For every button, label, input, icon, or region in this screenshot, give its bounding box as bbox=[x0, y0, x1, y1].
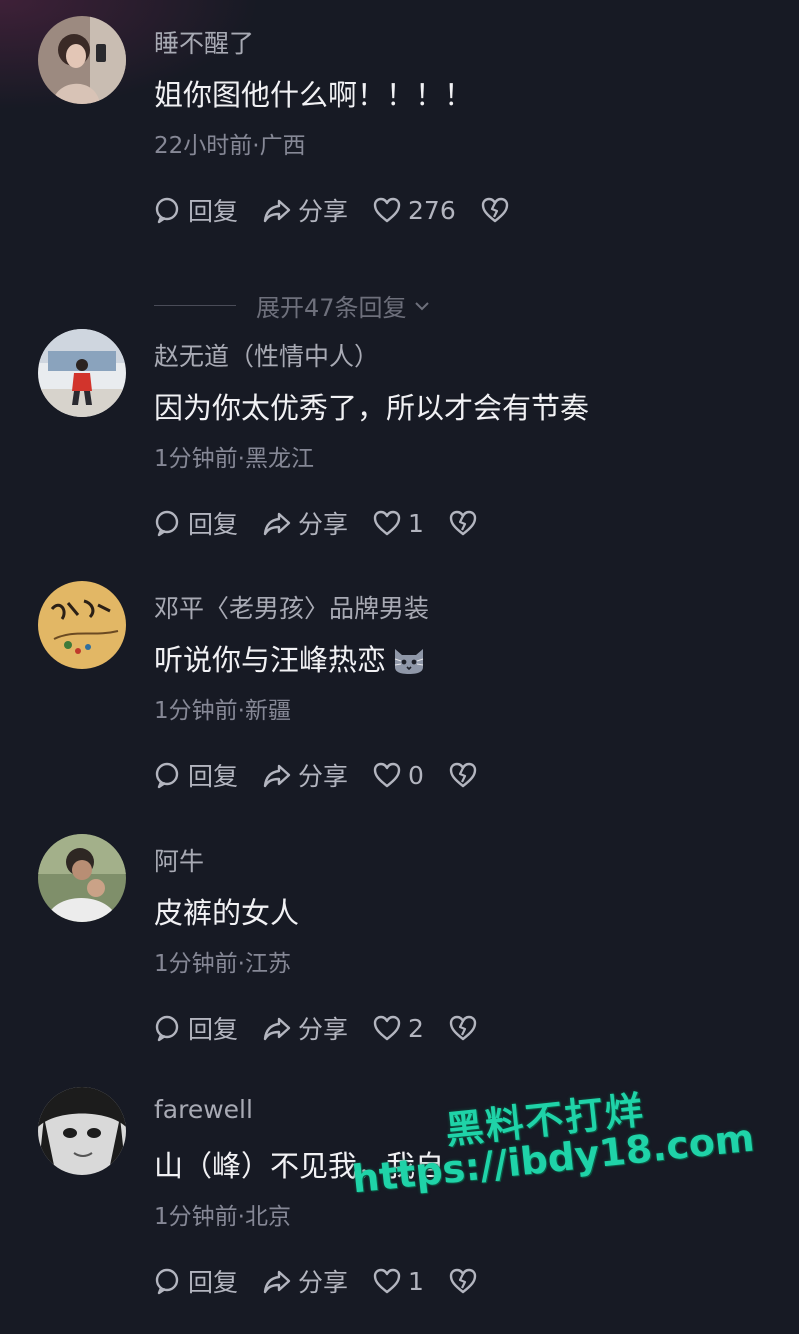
share-icon bbox=[263, 1270, 291, 1294]
comment-actions: 回复 分享 0 bbox=[152, 757, 502, 793]
reply-icon bbox=[155, 197, 179, 224]
comment-meta: 22小时前·广西 bbox=[154, 133, 306, 159]
heart-icon bbox=[373, 762, 401, 788]
heart-icon bbox=[373, 510, 401, 536]
like-count: 0 bbox=[408, 760, 424, 790]
expand-label: 展开47条回复 bbox=[256, 294, 407, 322]
heart-icon bbox=[373, 1268, 401, 1294]
expand-replies[interactable]: 展开47条回复 bbox=[154, 288, 431, 323]
share-label: 分享 bbox=[298, 510, 349, 539]
share-label: 分享 bbox=[298, 762, 349, 791]
comment-text-body: 听说你与汪峰热恋 bbox=[154, 643, 387, 677]
broken-heart-icon bbox=[449, 510, 477, 536]
reply-button[interactable]: 回复 bbox=[152, 1263, 238, 1299]
share-icon bbox=[263, 764, 291, 788]
avatar[interactable] bbox=[38, 16, 126, 104]
like-count: 1 bbox=[408, 1266, 424, 1296]
divider bbox=[154, 305, 236, 306]
comment-actions: 回复 分享 2 bbox=[152, 1010, 502, 1046]
reply-button[interactable]: 回复 bbox=[152, 505, 238, 541]
like-button[interactable]: 1 bbox=[372, 508, 424, 538]
username[interactable]: 睡不醒了 bbox=[154, 24, 254, 60]
comment-text: 皮裤的女人 bbox=[154, 896, 300, 930]
reply-icon bbox=[155, 1268, 179, 1295]
share-button[interactable]: 分享 bbox=[262, 1263, 348, 1299]
dislike-button[interactable] bbox=[448, 1266, 478, 1296]
like-button[interactable]: 0 bbox=[372, 760, 424, 790]
share-button[interactable]: 分享 bbox=[262, 757, 348, 793]
comment-text: 因为你太优秀了，所以才会有节奏 bbox=[154, 391, 590, 425]
reply-label: 回复 bbox=[188, 510, 239, 539]
dislike-button[interactable] bbox=[448, 508, 478, 538]
comment-text: 姐你图他什么啊！！！！ bbox=[154, 78, 474, 112]
like-count: 1 bbox=[408, 508, 424, 538]
reply-icon bbox=[155, 762, 179, 789]
reply-label: 回复 bbox=[188, 197, 239, 226]
like-button[interactable]: 276 bbox=[372, 195, 456, 225]
broken-heart-icon bbox=[449, 1015, 477, 1041]
broken-heart-icon bbox=[449, 762, 477, 788]
comment-meta: 1分钟前·新疆 bbox=[154, 698, 291, 724]
username[interactable]: 赵无道（性情中人） bbox=[154, 337, 379, 373]
broken-heart-icon bbox=[449, 1268, 477, 1294]
like-button[interactable]: 1 bbox=[372, 1266, 424, 1296]
share-icon bbox=[263, 199, 291, 223]
comment-text: 听说你与汪峰热恋 bbox=[154, 637, 426, 679]
chevron-down-icon bbox=[414, 301, 429, 310]
watermark: 黑料不打烊 https://ibdy18.com bbox=[345, 1066, 777, 1249]
username[interactable]: 邓平〈老男孩〉品牌男装 bbox=[154, 589, 429, 625]
share-icon bbox=[263, 512, 291, 536]
share-label: 分享 bbox=[298, 197, 349, 226]
comment-meta: 1分钟前·黑龙江 bbox=[154, 446, 314, 472]
avatar[interactable] bbox=[38, 329, 126, 417]
dislike-button[interactable] bbox=[480, 195, 510, 225]
comment-meta: 1分钟前·北京 bbox=[154, 1204, 291, 1230]
broken-heart-icon bbox=[481, 197, 508, 223]
share-label: 分享 bbox=[298, 1015, 349, 1044]
avatar[interactable] bbox=[38, 834, 126, 922]
dislike-button[interactable] bbox=[448, 1013, 478, 1043]
heart-icon bbox=[373, 1015, 401, 1041]
like-count: 276 bbox=[408, 195, 456, 225]
like-button[interactable]: 2 bbox=[372, 1013, 424, 1043]
username[interactable]: farewell bbox=[154, 1095, 253, 1124]
avatar[interactable] bbox=[38, 1087, 126, 1175]
share-icon bbox=[263, 1017, 291, 1041]
share-button[interactable]: 分享 bbox=[262, 192, 348, 228]
reply-button[interactable]: 回复 bbox=[152, 757, 238, 793]
share-button[interactable]: 分享 bbox=[262, 1010, 348, 1046]
cat-emoji-icon bbox=[394, 649, 424, 674]
comment-actions: 回复 分享 1 bbox=[152, 505, 502, 541]
reply-label: 回复 bbox=[188, 1268, 239, 1297]
reply-label: 回复 bbox=[188, 1015, 239, 1044]
reply-button[interactable]: 回复 bbox=[152, 192, 238, 228]
share-button[interactable]: 分享 bbox=[262, 505, 348, 541]
avatar[interactable] bbox=[38, 581, 126, 669]
reply-icon bbox=[155, 510, 179, 537]
reply-label: 回复 bbox=[188, 762, 239, 791]
like-count: 2 bbox=[408, 1013, 424, 1043]
username[interactable]: 阿牛 bbox=[154, 842, 204, 878]
comment-actions: 回复 分享 276 bbox=[152, 192, 534, 228]
reply-button[interactable]: 回复 bbox=[152, 1010, 238, 1046]
heart-icon bbox=[373, 197, 401, 223]
comment-meta: 1分钟前·江苏 bbox=[154, 951, 291, 977]
share-label: 分享 bbox=[298, 1268, 349, 1297]
reply-icon bbox=[155, 1015, 179, 1042]
comment-actions: 回复 分享 1 bbox=[152, 1263, 502, 1299]
dislike-button[interactable] bbox=[448, 760, 478, 790]
